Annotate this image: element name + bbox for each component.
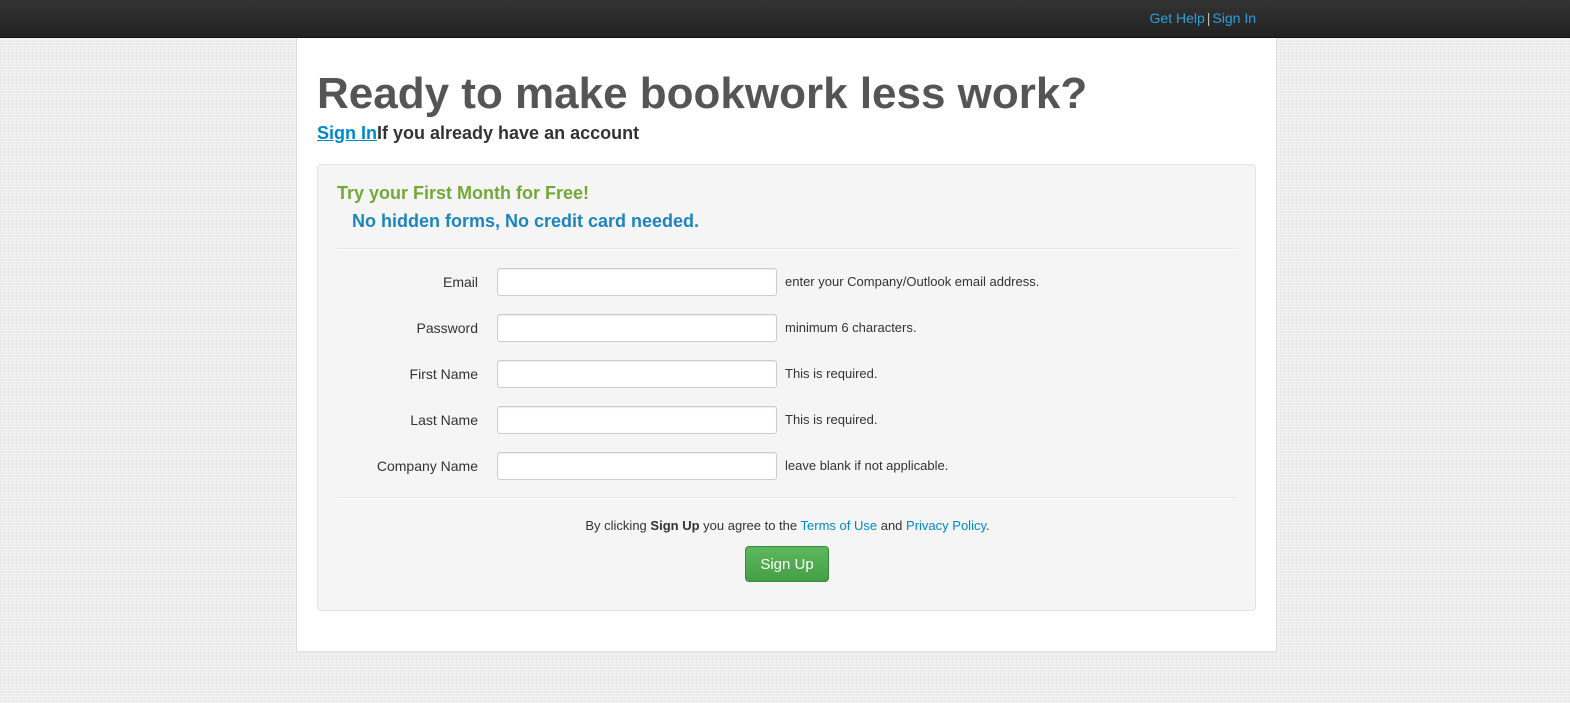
last-name-help: This is required. <box>785 412 878 427</box>
password-help: minimum 6 characters. <box>785 320 917 335</box>
password-field[interactable] <box>497 314 777 342</box>
form-row-last-name: Last Name This is required. <box>318 405 1257 435</box>
top-navbar: Get Help | Sign In <box>0 0 1570 38</box>
agree-and: and <box>880 518 903 533</box>
sign-up-button[interactable]: Sign Up <box>745 546 829 582</box>
email-label: Email <box>442 274 478 290</box>
free-trial-heading: Try your First Month for Free! <box>337 183 590 203</box>
agree-end: . <box>986 518 990 533</box>
first-name-help: This is required. <box>785 366 878 381</box>
divider <box>337 497 1237 499</box>
first-name-field[interactable] <box>497 360 777 388</box>
form-row-company-name: Company Name leave blank if not applicab… <box>318 451 1257 481</box>
company-name-field[interactable] <box>497 452 777 480</box>
form-row-email: Email enter your Company/Outlook email a… <box>318 267 1257 297</box>
form-row-password: Password minimum 6 characters. <box>318 313 1257 343</box>
page-title: Ready to make bookwork less work? <box>317 69 1088 118</box>
email-help: enter your Company/Outlook email address… <box>785 274 1040 289</box>
no-credit-card-heading: No hidden forms, No credit card needed. <box>352 211 700 231</box>
form-row-first-name: First Name This is required. <box>318 359 1257 389</box>
company-name-help: leave blank if not applicable. <box>785 458 949 473</box>
terms-of-use-link[interactable]: Terms of Use <box>801 518 878 533</box>
agree-bold-signup: Sign Up <box>650 518 700 533</box>
agree-middle: you agree to the <box>703 518 798 533</box>
divider <box>337 248 1237 250</box>
main-content-panel: Ready to make bookwork less work? Sign I… <box>296 38 1277 652</box>
signup-form-panel: Try your First Month for Free! No hidden… <box>317 164 1256 611</box>
sign-in-prompt: Sign InIf you already have an account <box>317 122 639 144</box>
sign-in-prompt-text: If you already have an account <box>377 123 640 143</box>
agree-prefix: By clicking <box>585 518 647 533</box>
email-field[interactable] <box>497 268 777 296</box>
password-label: Password <box>416 320 478 336</box>
first-name-label: First Name <box>409 366 478 382</box>
get-help-link[interactable]: Get Help <box>1150 10 1205 26</box>
terms-agreement: By clicking Sign Up you agree to the Ter… <box>318 518 1257 533</box>
nav-separator: | <box>1206 10 1211 26</box>
privacy-policy-link[interactable]: Privacy Policy <box>906 518 986 533</box>
sign-in-link[interactable]: Sign In <box>317 123 377 143</box>
nav-sign-in-link[interactable]: Sign In <box>1212 10 1256 26</box>
company-name-label: Company Name <box>376 458 478 474</box>
last-name-label: Last Name <box>410 412 478 428</box>
top-nav-links: Get Help | Sign In <box>1150 10 1256 26</box>
last-name-field[interactable] <box>497 406 777 434</box>
